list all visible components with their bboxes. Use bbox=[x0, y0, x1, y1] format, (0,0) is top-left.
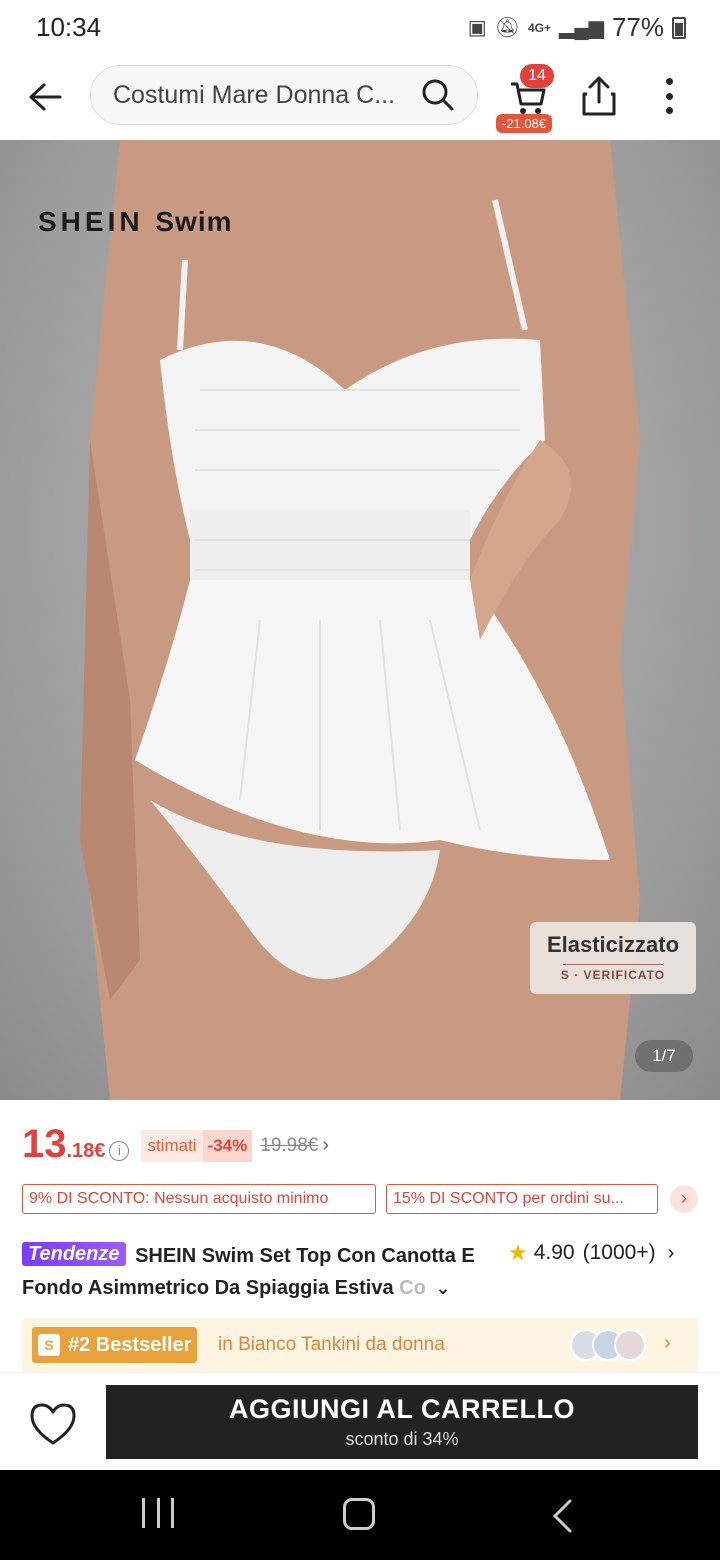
bestseller-bar[interactable]: S #2 Bestseller in Bianco Tankini da don… bbox=[22, 1318, 698, 1372]
rating-count: (1000+) bbox=[582, 1241, 656, 1264]
price-decimal: .18€ bbox=[66, 1140, 106, 1162]
system-back-button[interactable] bbox=[548, 1498, 578, 1534]
search-icon[interactable] bbox=[421, 78, 455, 112]
trend-tag: Tendenze bbox=[22, 1242, 126, 1266]
rating[interactable]: ★ 4.90 (1000+) › bbox=[508, 1240, 674, 1266]
shop-icon: S bbox=[38, 1334, 60, 1356]
battery-icon bbox=[672, 16, 686, 39]
network-type: 4G+ bbox=[528, 20, 552, 35]
chevron-down-icon[interactable]: ⌄ bbox=[435, 1278, 450, 1298]
add-to-cart-button[interactable]: AGGIUNGI AL CARRELLO sconto di 34% bbox=[106, 1385, 698, 1459]
bar bbox=[156, 1498, 160, 1528]
price-row: 13 .18€ i stimati -34% 19.98€ › bbox=[22, 1122, 702, 1170]
bestseller-text: in Bianco Tankini da donna bbox=[218, 1334, 445, 1355]
product-image-carousel[interactable]: SHEIN Swim Elasticizzato S · VERIFICATO … bbox=[0, 140, 720, 1100]
add-to-cart-discount: sconto di 34% bbox=[345, 1429, 459, 1449]
coupon-1[interactable]: 9% DI SCONTO: Nessun acquisto minimo bbox=[22, 1184, 376, 1214]
thumbnail bbox=[614, 1329, 646, 1361]
dot bbox=[665, 92, 673, 100]
cart-button[interactable]: 14 -21.08€ bbox=[496, 62, 560, 133]
arrow-left-icon bbox=[29, 83, 62, 111]
add-to-cart-label: AGGIUNGI AL CARRELLO bbox=[229, 1394, 575, 1424]
badge-title: Elasticizzato bbox=[546, 932, 680, 957]
estimate-label: stimati bbox=[147, 1136, 197, 1155]
badge-divider bbox=[563, 964, 663, 965]
more-options-button[interactable] bbox=[652, 74, 686, 118]
signal-icon: ▂▄▆ bbox=[559, 17, 604, 39]
bestseller-thumbnails bbox=[570, 1329, 646, 1361]
search-query: Costumi Mare Donna C... bbox=[113, 80, 396, 109]
chevron-right-icon: › bbox=[667, 1241, 675, 1264]
home-button[interactable] bbox=[343, 1498, 375, 1530]
mute-icon: 🔕︎ bbox=[494, 17, 520, 39]
coupons-more-button[interactable]: › bbox=[670, 1185, 698, 1213]
dot bbox=[665, 107, 673, 114]
badge-subtitle: S · VERIFICATO bbox=[560, 968, 666, 982]
search-input[interactable]: Costumi Mare Donna C... bbox=[90, 65, 478, 125]
chevron-right-icon[interactable]: › bbox=[322, 1134, 329, 1157]
wishlist-button[interactable] bbox=[28, 1401, 78, 1447]
discount-percent: -34% bbox=[202, 1130, 253, 1162]
original-price[interactable]: 19.98€ bbox=[260, 1135, 318, 1157]
bestseller-badge: S #2 Bestseller bbox=[32, 1327, 198, 1363]
battery-percent: 77% bbox=[611, 12, 664, 42]
back-button[interactable] bbox=[22, 74, 68, 120]
top-nav: Costumi Mare Donna C... 14 -21.08€ bbox=[0, 56, 720, 140]
info-icon[interactable]: i bbox=[109, 1141, 130, 1161]
image-page-indicator: 1/7 bbox=[635, 1040, 693, 1072]
chevron-left-icon bbox=[552, 1499, 572, 1533]
dot bbox=[665, 78, 673, 85]
share-button[interactable] bbox=[578, 74, 620, 118]
system-nav-bar bbox=[0, 1470, 720, 1560]
chevron-right-icon: › bbox=[664, 1332, 671, 1354]
heart-icon bbox=[30, 1403, 76, 1445]
price-integer: 13 bbox=[22, 1122, 67, 1166]
status-time: 10:34 bbox=[36, 12, 102, 42]
elastic-verified-badge: Elasticizzato S · VERIFICATO bbox=[530, 922, 696, 994]
status-icons: ▣ 🔕︎ 4G+ ▂▄▆ 77% bbox=[468, 12, 686, 43]
battery-saver-icon: ▣ bbox=[467, 17, 487, 39]
estimate-pill: stimati -34% bbox=[141, 1130, 253, 1162]
status-bar: 10:34 ▣ 🔕︎ 4G+ ▂▄▆ 77% bbox=[0, 0, 720, 56]
cart-savings-badge: -21.08€ bbox=[496, 114, 553, 133]
product-title-fade: Co bbox=[399, 1277, 426, 1299]
rating-value: 4.90 bbox=[533, 1241, 575, 1264]
star-icon: ★ bbox=[508, 1240, 528, 1265]
bar bbox=[142, 1498, 145, 1528]
brand-watermark: SHEIN Swim bbox=[38, 206, 233, 237]
bottom-action-bar: AGGIUNGI AL CARRELLO sconto di 34% bbox=[0, 1372, 720, 1470]
share-icon bbox=[582, 76, 616, 116]
coupon-row: 9% DI SCONTO: Nessun acquisto minimo 15%… bbox=[22, 1184, 702, 1216]
recent-apps-button[interactable] bbox=[142, 1498, 174, 1534]
coupon-2[interactable]: 15% DI SCONTO per ordini su... bbox=[386, 1184, 658, 1214]
bar bbox=[171, 1498, 174, 1528]
product-title[interactable]: Tendenze SHEIN Swim Set Top Con Canotta … bbox=[22, 1240, 502, 1304]
cart-count-badge: 14 bbox=[520, 64, 554, 88]
